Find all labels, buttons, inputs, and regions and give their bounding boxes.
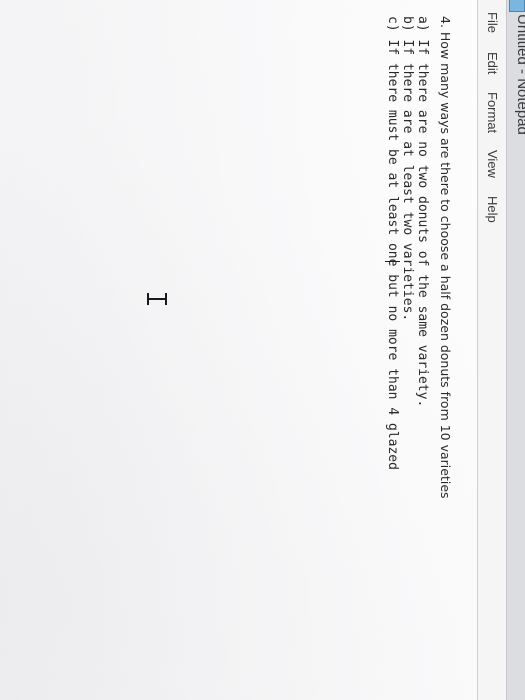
part-c-line: c) If there must be at least one but no …	[385, 16, 400, 470]
notepad-window: Untitled - Notepad File Edit Format View…	[0, 0, 525, 700]
notepad-icon	[509, 0, 525, 12]
menu-edit[interactable]: Edit	[485, 52, 500, 74]
part-b-line: b) If there are at least two varieties.	[400, 16, 415, 322]
menu-format[interactable]: Format	[485, 92, 500, 133]
part-a-line: a) If there are no two donuts of the sam…	[415, 16, 430, 408]
text-caret	[385, 261, 400, 262]
menu-bar: File Edit Format View Help	[477, 0, 506, 700]
text-editor-area[interactable]: 4. How many ways are there to choose a h…	[0, 0, 477, 700]
menu-view[interactable]: View	[485, 150, 500, 178]
title-bar: Untitled - Notepad	[506, 0, 525, 700]
window-title: Untitled - Notepad	[514, 14, 525, 135]
ibeam-cursor-icon	[147, 292, 167, 306]
menu-help[interactable]: Help	[485, 196, 500, 223]
question-line: 4. How many ways are there to choose a h…	[438, 16, 453, 499]
menu-file[interactable]: File	[485, 12, 500, 33]
